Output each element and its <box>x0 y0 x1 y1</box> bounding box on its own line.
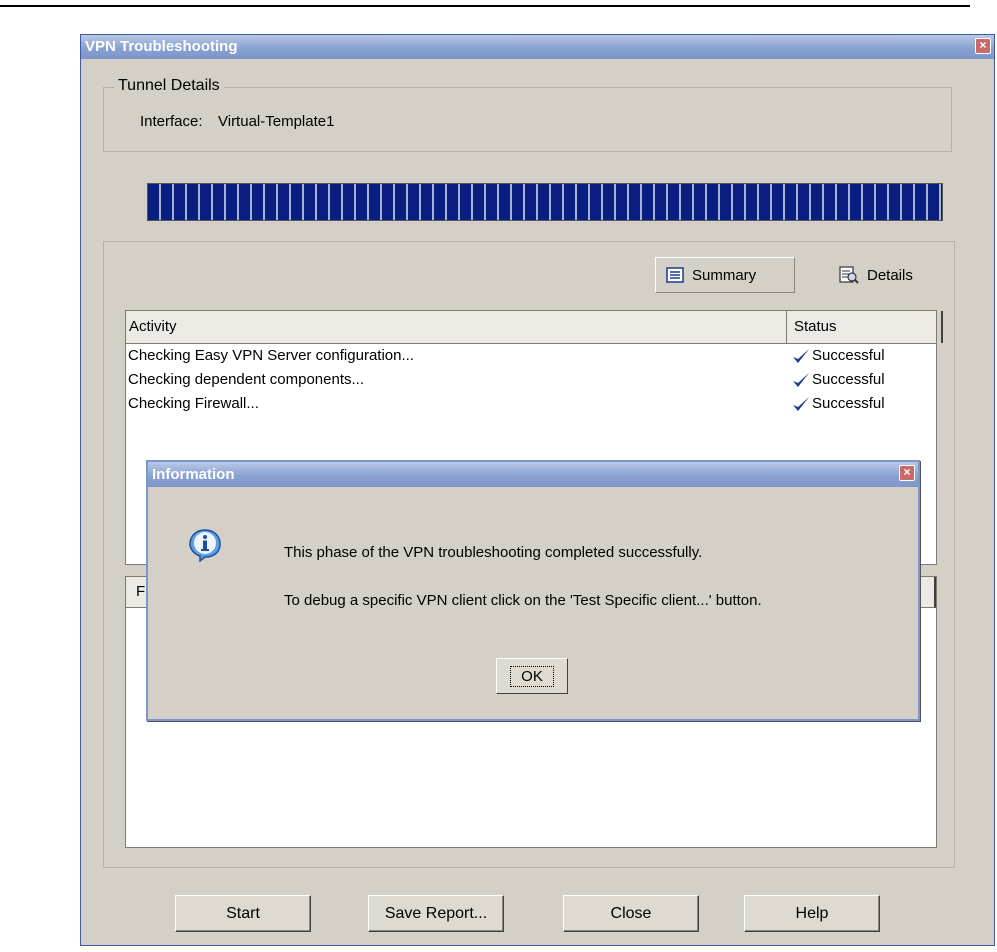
checkmark-icon <box>793 348 809 363</box>
checkmark-icon <box>793 396 809 411</box>
ok-button[interactable]: OK <box>496 658 568 694</box>
ok-button-label: OK <box>510 665 554 687</box>
tab-details[interactable]: Details <box>829 257 944 293</box>
window-titlebar[interactable]: VPN Troubleshooting × <box>81 35 994 59</box>
status-text: Successful <box>812 395 885 412</box>
interface-label: Interface: <box>140 113 203 130</box>
column-header-status[interactable]: Status <box>787 311 943 343</box>
dialog-message-line1: This phase of the VPN troubleshooting co… <box>284 544 703 561</box>
status-text: Successful <box>812 371 885 388</box>
dialog-titlebar[interactable]: Information × <box>148 462 918 487</box>
status-text: Successful <box>812 347 885 364</box>
table-row[interactable]: Checking Easy VPN Server configuration..… <box>126 344 934 368</box>
information-dialog: Information × This phase of the VPN trou… <box>146 460 920 721</box>
start-button[interactable]: Start <box>175 895 311 932</box>
window-title: VPN Troubleshooting <box>85 38 238 55</box>
dialog-title: Information <box>152 466 235 483</box>
tunnel-details-legend: Tunnel Details <box>114 77 224 95</box>
table-row[interactable]: Checking dependent components... Success… <box>126 368 934 392</box>
activity-cell: Checking dependent components... <box>128 371 364 388</box>
activity-cell: Checking Easy VPN Server configuration..… <box>128 347 414 364</box>
activity-table-header: Activity Status <box>126 311 943 344</box>
interface-value: Virtual-Template1 <box>218 113 335 130</box>
help-button[interactable]: Help <box>744 895 880 932</box>
close-button[interactable]: Close <box>563 895 699 932</box>
tab-summary[interactable]: Summary <box>655 257 795 293</box>
table-row[interactable]: Checking Firewall... Successful <box>126 392 934 416</box>
details-column-header[interactable]: F <box>136 583 145 600</box>
save-report-button[interactable]: Save Report... <box>368 895 504 932</box>
tunnel-details-group: Tunnel Details Interface: Virtual-Templa… <box>103 77 952 152</box>
top-rule <box>0 5 970 7</box>
activity-cell: Checking Firewall... <box>128 395 259 412</box>
progress-bar <box>147 183 943 221</box>
status-cell: Successful <box>792 347 885 364</box>
info-icon <box>189 529 221 562</box>
column-header-activity[interactable]: Activity <box>126 311 787 343</box>
tab-summary-label: Summary <box>692 266 757 284</box>
tab-details-label: Details <box>867 266 913 284</box>
dialog-message-line2: To debug a specific VPN client click on … <box>284 592 762 609</box>
dialog-close-icon[interactable]: × <box>899 465 915 481</box>
checkmark-icon <box>793 372 809 387</box>
details-icon <box>839 266 859 284</box>
window-close-icon[interactable]: × <box>975 38 991 54</box>
status-cell: Successful <box>792 371 885 388</box>
status-cell: Successful <box>792 395 885 412</box>
list-icon <box>666 267 684 283</box>
